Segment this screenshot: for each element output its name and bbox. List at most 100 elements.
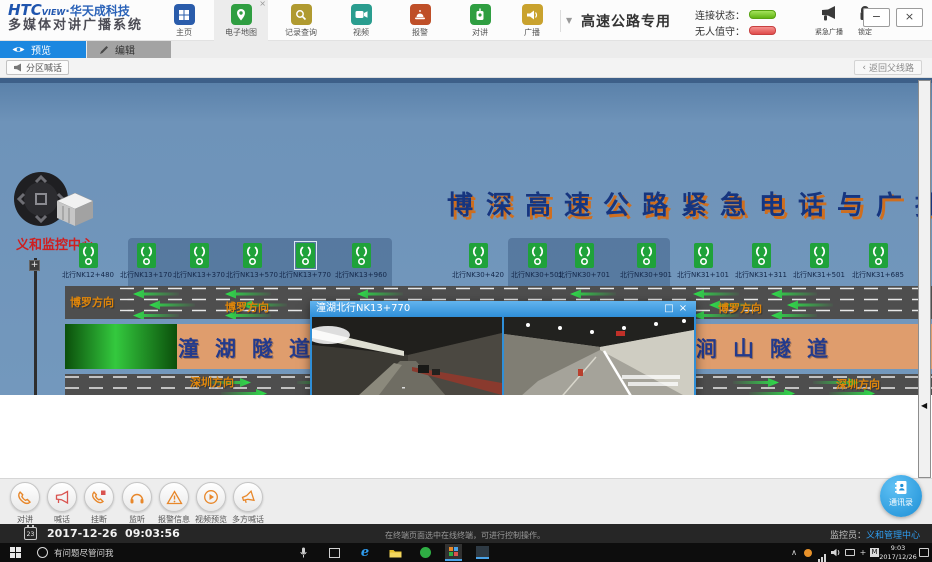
vertical-scrollbar[interactable]: ◀ — [918, 80, 931, 478]
shout-button[interactable] — [47, 482, 77, 512]
station-north[interactable]: 北行NK12+480 — [55, 243, 121, 280]
phone-icon — [17, 489, 33, 505]
map-title: 博深高速公路紧急电话与广播 — [447, 185, 932, 222]
nav-broadcast[interactable]: 广播 — [505, 0, 559, 41]
zoom-slider[interactable] — [34, 258, 37, 395]
video-window-titlebar[interactable]: 潼湖北行NK13+770 □ × — [310, 301, 696, 317]
station-label: 北行NK30+701 — [551, 270, 617, 280]
taskbar-app-green[interactable] — [416, 543, 434, 562]
tray-pen[interactable]: + — [858, 543, 868, 562]
station-north[interactable]: 北行NK31+501 — [786, 243, 852, 280]
connection-status-label: 连接状态： — [695, 7, 745, 22]
mic-icon — [300, 547, 307, 558]
video-channel-1[interactable]: S M 潼湖北行NK13+770 - 视频1 — [312, 317, 502, 395]
mode-title: 高速公路专用 — [581, 11, 671, 31]
station-label: 北行NK31+685 — [845, 270, 911, 280]
station-north[interactable]: 北行NK30+701 — [551, 243, 617, 280]
zone-call-button[interactable]: 分区喊话 — [6, 60, 69, 75]
eye-icon — [12, 45, 25, 54]
control-center-building-icon[interactable] — [57, 193, 93, 227]
connection-status-pill — [749, 10, 776, 19]
taskbar-edge[interactable]: e — [356, 543, 374, 562]
nav-emap[interactable]: × 电子地图 — [214, 0, 268, 41]
video-window-title: 潼湖北行NK13+770 — [316, 301, 662, 317]
close-button[interactable]: × — [896, 8, 923, 27]
search-icon — [291, 4, 312, 25]
video-preview-button[interactable] — [196, 482, 226, 512]
multi-shout-button[interactable] — [233, 482, 263, 512]
phone-terminal-icon — [243, 243, 262, 268]
nav-intercom[interactable]: 对讲 — [453, 0, 507, 41]
minimize-button[interactable]: − — [863, 8, 890, 27]
station-label: 北行NK13+960 — [328, 270, 394, 280]
tray-network[interactable] — [816, 543, 828, 562]
video-popup-window[interactable]: 潼湖北行NK13+770 □ × — [310, 301, 696, 395]
nav-records[interactable]: 记录查询 — [274, 0, 328, 41]
start-button[interactable] — [4, 543, 26, 562]
station-north[interactable]: 北行NK31+311 — [728, 243, 794, 280]
status-hint: 在终端页面选中在线终端，可进行控制操作。 — [300, 530, 630, 541]
datetime-text: 2017-12-26 09:03:56 — [47, 527, 180, 540]
phone-terminal-icon — [528, 243, 547, 268]
tray-keyboard[interactable] — [844, 543, 856, 562]
tray-clock[interactable]: 9:03 2017/12/26 — [880, 543, 916, 562]
nav-label: 电子地图 — [214, 27, 268, 38]
notification-center-button[interactable] — [917, 543, 930, 562]
station-label: 北行NK31+501 — [786, 270, 852, 280]
station-north[interactable]: 北行NK31+685 — [845, 243, 911, 280]
camera-feed-2 — [504, 317, 694, 395]
tab-edit[interactable]: 编辑 — [87, 41, 171, 58]
intercom-button[interactable] — [10, 482, 40, 512]
emergency-broadcast-label: 紧急广播 — [812, 27, 846, 37]
operator-name[interactable]: 义和管理中心 — [866, 531, 920, 541]
task-view-button[interactable] — [326, 543, 342, 562]
phone-terminal-icon — [869, 243, 888, 268]
cortana-button[interactable] — [34, 543, 50, 562]
nav-label: 对讲 — [453, 27, 507, 38]
station-label: 北行NK30+420 — [445, 270, 511, 280]
app-subtitle: 多媒体对讲广播系统 — [8, 19, 178, 33]
station-north[interactable]: 北行NK13+960 — [328, 243, 394, 280]
notification-icon — [919, 548, 929, 557]
address-book-icon — [894, 480, 909, 495]
emergency-broadcast-button[interactable]: 紧急广播 — [812, 5, 846, 37]
taskbar-app-active[interactable] — [442, 543, 464, 562]
taskbar-search[interactable]: 有问题尽管问我 — [54, 543, 174, 562]
nav-alarm[interactable]: 报警 — [393, 0, 447, 41]
mic-button[interactable] — [296, 543, 310, 562]
chevron-up-icon: ∧ — [791, 548, 797, 557]
taskbar-explorer[interactable] — [386, 543, 404, 562]
hangup-button[interactable] — [84, 482, 114, 512]
ime-icon: M — [870, 548, 879, 557]
alarm-info-button[interactable] — [159, 482, 189, 512]
direction-label-up: 博罗方向 — [718, 300, 762, 316]
intercom-icon — [470, 4, 491, 25]
tab-preview[interactable]: 预览 — [0, 41, 86, 58]
station-north[interactable]: 北行NK31+101 — [670, 243, 736, 280]
unmanned-status-pill — [749, 26, 776, 35]
tray-security[interactable] — [802, 543, 814, 562]
nav-home[interactable]: 主页 — [157, 0, 211, 41]
megaphone-icon — [54, 490, 70, 505]
video-channel-2[interactable]: S M 潼湖北行NK13+770 - 视频2 — [504, 317, 694, 395]
brand-text: HTC — [8, 1, 42, 19]
map-canvas[interactable]: 博深高速公路紧急电话与广播 义和监控中心 + — [0, 78, 932, 395]
tray-volume[interactable] — [830, 543, 842, 562]
zoom-in-handle[interactable]: + — [29, 260, 40, 271]
collapse-arrow-icon[interactable]: ◀ — [921, 401, 927, 410]
close-icon[interactable]: × — [676, 301, 690, 317]
nav-video[interactable]: 视频 — [334, 0, 388, 41]
close-tab-icon[interactable]: × — [259, 0, 266, 8]
tray-expand[interactable]: ∧ — [788, 543, 800, 562]
contacts-button[interactable]: 通讯录 — [880, 475, 922, 517]
station-north[interactable]: 北行NK30+420 — [445, 243, 511, 280]
map-pin-icon — [231, 4, 252, 25]
monitor-listen-button[interactable] — [122, 482, 152, 512]
taskbar-app-window[interactable] — [472, 543, 492, 562]
maximize-icon[interactable]: □ — [662, 301, 676, 317]
small-megaphone-icon — [13, 63, 23, 72]
video-window-body: S M 潼湖北行NK13+770 - 视频1 — [310, 317, 696, 395]
back-to-parent-button[interactable]: ‹ 返回父线路 — [854, 60, 922, 75]
cortana-icon — [37, 547, 48, 558]
nav-overflow-caret[interactable]: ▼ — [560, 10, 572, 32]
